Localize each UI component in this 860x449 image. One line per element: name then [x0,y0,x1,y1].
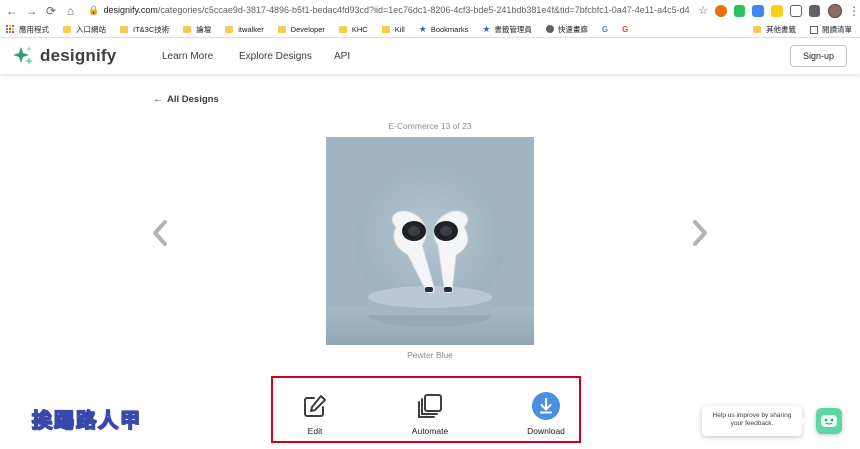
brand-logo[interactable]: designify [12,45,116,67]
feedback-tooltip[interactable]: Help us improve by sharing your feedback… [702,406,807,436]
folder-icon [183,25,192,33]
extension-icon[interactable] [789,4,802,17]
bookmark-label: 論壇 [196,24,212,34]
sparkle-logo-icon [13,46,33,65]
bot-face-icon [821,415,837,427]
chat-bot-button[interactable] [816,408,842,434]
globe-icon [545,25,554,33]
back-link[interactable]: ← All Designs [153,94,219,105]
signup-button[interactable]: Sign-up [790,45,847,67]
lock-icon[interactable]: 🔒 [88,5,99,15]
folder-icon [63,25,71,33]
actions-panel: Edit Automate Download [271,376,581,443]
extension-icon[interactable] [715,4,727,17]
star-icon: ★ [482,23,491,34]
feedback-line-1: Help us improve by sharing [712,412,792,419]
brand-name: designify [40,46,117,65]
nav-api[interactable]: API [334,51,350,62]
google-icon: G [622,24,629,34]
bookmark-label: 快速畫廊 [557,24,588,34]
nav-learn-more[interactable]: Learn More [162,51,213,62]
more-menu-icon[interactable]: ⋮ [848,4,860,18]
reading-list[interactable]: 閱讀清單 [810,24,852,35]
edit-button[interactable]: Edit [275,392,355,436]
back-arrow-icon[interactable]: ← [4,3,20,19]
bookmark-star-icon[interactable]: ☆ [698,4,708,17]
extension-icon[interactable] [771,4,783,17]
bookmark-label: 書籤管理員 [494,24,532,34]
edit-icon [301,392,329,420]
automate-button[interactable]: Automate [390,392,470,436]
browser-toolbar: ← → ⟳ ⌂ 🔒 designify.com/categories/c5ccae… [0,0,860,21]
bookmark-label: IT&3C技術 [133,24,170,34]
arrow-left-icon: ← [153,94,163,105]
folder-icon [225,25,234,33]
apps-grid-icon [6,25,14,33]
evernote-icon[interactable] [733,4,746,17]
reading-list-icon [810,25,818,34]
bookmarks-right: 其他書籤 閱讀清單 [753,21,856,38]
puzzle-icon[interactable] [808,4,821,17]
previous-design-button[interactable] [150,218,170,248]
other-bookmarks-label: 其他書籤 [766,25,796,34]
bookmarks-bar: 應用程式 入口網站 IT&3C技術 論壇 itwalker Developer … [0,21,860,38]
download-button[interactable]: Download [506,392,586,436]
star-icon: ★ [418,23,427,34]
folder-icon [753,26,761,33]
edit-label: Edit [307,426,323,436]
bookmark-label: Kill [394,24,405,34]
bookmark-google[interactable]: G [602,25,608,34]
folder-icon [277,25,286,33]
bookmark-label: itwalker [238,24,264,34]
folder-icon [120,25,128,33]
avatar[interactable] [828,3,842,18]
bookmark-folder[interactable]: IT&3C技術 [120,24,169,35]
feedback-line-2: your feedback. [730,420,774,427]
forward-arrow-icon[interactable]: → [24,3,40,19]
bookmark-apps[interactable]: 應用程式 [6,24,49,35]
other-bookmarks[interactable]: 其他書籤 [753,24,796,35]
bookmark-folder[interactable]: KHC [338,24,368,34]
folder-icon [381,25,390,33]
reload-icon[interactable]: ⟳ [43,3,59,19]
design-caption: Pewter Blue [407,350,453,360]
bookmark-link[interactable]: 快速畫廊 [545,24,588,35]
folder-icon [338,25,347,33]
bookmark-label: 入口網站 [76,24,106,34]
url-host: designify.com [103,5,158,15]
design-counter: E-Commerce 13 of 23 [388,121,472,131]
bookmark-link[interactable]: ★ Bookmarks [419,24,469,35]
home-icon[interactable]: ⌂ [63,3,79,19]
stack-copy-icon [416,392,444,420]
bookmark-label: Developer [290,24,325,34]
bookmark-folder[interactable]: itwalker [225,24,264,34]
translate-icon[interactable] [752,4,765,17]
google-icon: G [601,24,609,34]
nav-explore-designs[interactable]: Explore Designs [239,51,312,62]
url-path: /categories/c5ccae9d-3817-4896-b5f1-beda… [157,5,691,15]
download-icon [532,392,560,420]
back-label: All Designs [167,94,219,105]
bookmark-folder[interactable]: Kill [381,24,405,34]
watermark-text: 挨踢路人甲 [31,407,142,433]
download-label: Download [527,426,565,436]
bookmark-label: 應用程式 [19,24,49,34]
bookmark-folder[interactable]: 論壇 [183,24,211,35]
chevron-right-icon [693,220,707,246]
next-design-button[interactable] [690,218,710,248]
chevron-left-icon [153,220,167,246]
address-bar[interactable]: 🔒 designify.com/categories/c5ccae9d-3817-… [88,5,690,16]
reading-list-label: 閱讀清單 [822,25,852,34]
site-header: designify Learn More Explore Designs API… [0,38,860,74]
bookmark-folder[interactable]: 入口網站 [63,24,106,35]
bookmark-google[interactable]: G [622,25,628,34]
product-image-illustration [326,137,534,345]
automate-label: Automate [411,426,449,436]
bookmark-link[interactable]: ★ 書籤管理員 [482,24,532,35]
design-preview-image [326,137,534,345]
bookmark-folder[interactable]: Developer [277,24,325,34]
bookmark-label: KHC [351,24,368,34]
bookmark-label: Bookmarks [430,24,469,34]
